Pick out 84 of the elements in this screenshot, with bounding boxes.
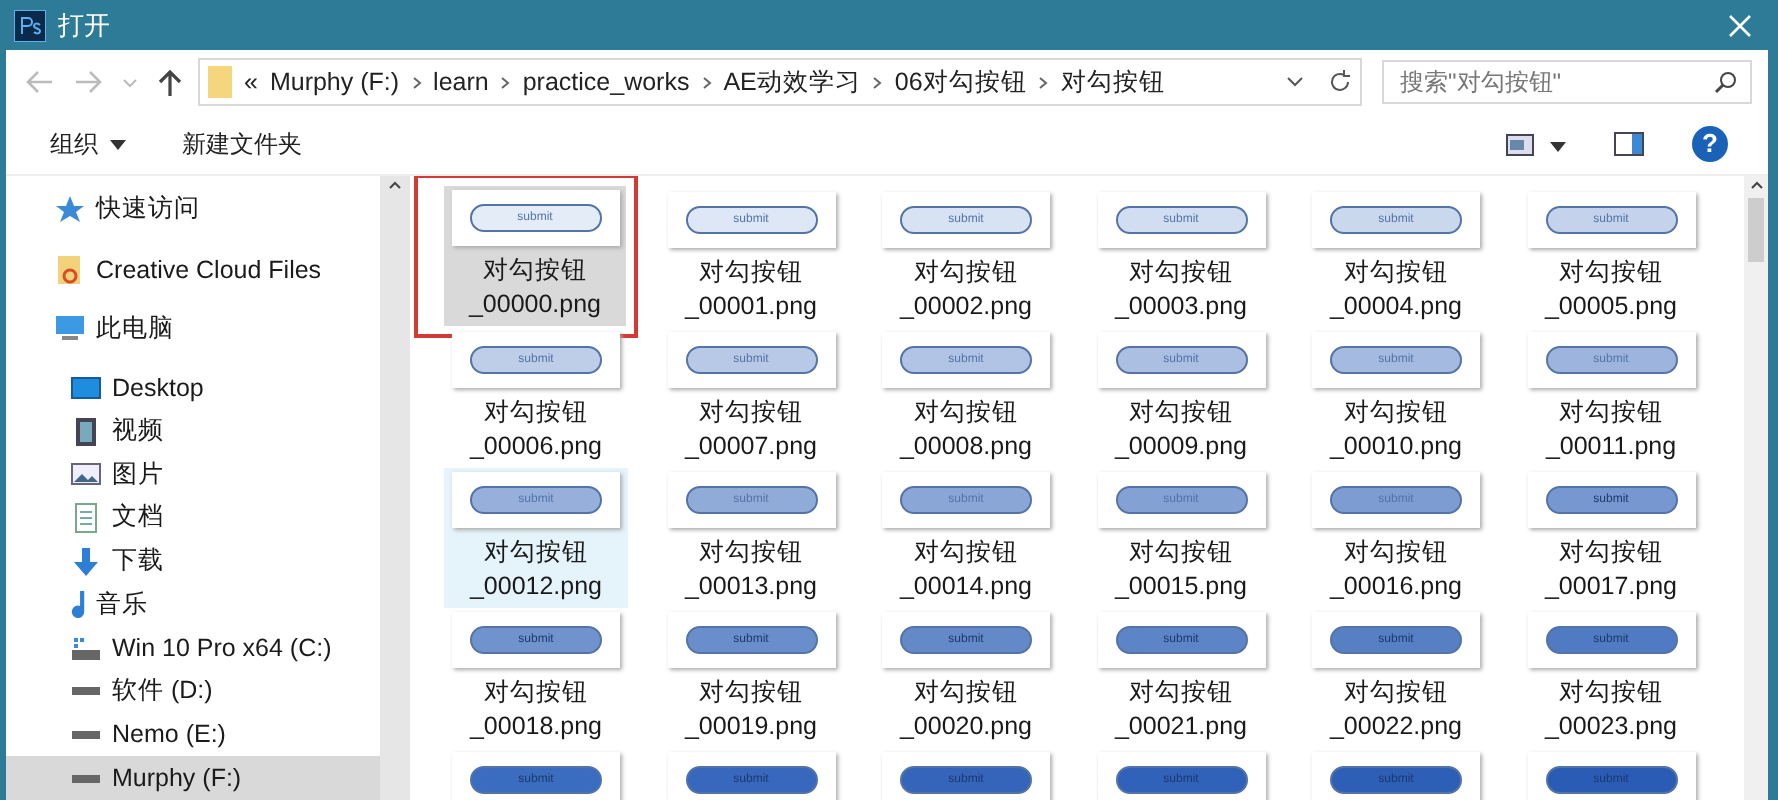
star-icon	[54, 193, 86, 226]
file-name: 对勾按钮 _00013.png	[684, 536, 818, 604]
drive-icon	[70, 729, 102, 740]
file-name: 对勾按钮 _00014.png	[899, 536, 1033, 604]
breadcrumb[interactable]: 06对勾按钮	[894, 65, 1027, 99]
breadcrumb[interactable]: Murphy (F:)	[269, 68, 400, 96]
file-name: 对勾按钮 _00012.png	[469, 536, 603, 604]
breadcrumb[interactable]: AE动效学习	[723, 65, 861, 99]
file-name: 对勾按钮 _00001.png	[684, 256, 818, 324]
search-icon	[1714, 70, 1738, 94]
sidebar-item[interactable]: Creative Cloud Files	[6, 247, 380, 291]
close-icon[interactable]	[1728, 13, 1752, 37]
caret-icon	[110, 139, 126, 149]
up-button[interactable]	[154, 64, 186, 100]
sidebar-item[interactable]: Win 10 Pro x64 (C:)	[6, 626, 380, 670]
file-name: 对勾按钮 _00003.png	[1114, 256, 1248, 324]
file-name: 对勾按钮 _00023.png	[1544, 676, 1678, 744]
view-icon[interactable]	[1506, 133, 1534, 155]
file-name: 对勾按钮 _00017.png	[1544, 536, 1678, 604]
file-name: 对勾按钮 _00018.png	[469, 676, 603, 744]
window-title: 打开	[58, 7, 112, 43]
sidebar-item[interactable]: 此电脑	[6, 306, 380, 351]
file-name: 对勾按钮 _00022.png	[1329, 676, 1463, 744]
address-bar[interactable]: « Murphy (F:) learn practice_works AE动效学习 06对勾按钮 对勾按钮	[198, 58, 1362, 106]
new-folder-button[interactable]: 新建文件夹	[178, 123, 306, 165]
file-name: 对勾按钮 _00006.png	[469, 396, 603, 464]
scroll-thumb[interactable]	[1748, 198, 1764, 262]
file-name: 对勾按钮 _00009.png	[1114, 396, 1248, 464]
view-caret-icon	[1550, 142, 1566, 152]
sidebar-item[interactable]: 软件 (D:)	[6, 669, 380, 714]
sidebar-item[interactable]: 下载	[6, 539, 380, 583]
desktop-icon	[70, 371, 102, 404]
film-icon	[70, 415, 102, 448]
drive-icon	[70, 773, 102, 784]
folder-icon	[208, 66, 232, 98]
search-field[interactable]: 搜索"对勾按钮"	[1382, 60, 1752, 104]
sidebar-item[interactable]: 快速访问	[6, 188, 380, 232]
music-note-icon	[70, 589, 86, 620]
file-name: 对勾按钮 _00011.png	[1545, 396, 1677, 464]
chevron-icon	[1038, 75, 1049, 89]
preview-pane-icon[interactable]	[1614, 132, 1644, 156]
folder-icon	[54, 253, 86, 286]
sidebar-item[interactable]: Desktop	[6, 366, 380, 410]
dropdown-icon[interactable]	[1286, 76, 1304, 88]
drive-icon	[70, 686, 102, 697]
file-name: 对勾按钮 _00019.png	[684, 676, 818, 744]
file-name: 对勾按钮 _00008.png	[899, 396, 1033, 464]
picture-icon	[70, 458, 102, 491]
sidebar-item[interactable]: 图片	[6, 452, 380, 497]
file-name: 对勾按钮 _00020.png	[899, 676, 1033, 744]
file-name: 对勾按钮 _00002.png	[899, 256, 1033, 324]
file-name: 对勾按钮 _00010.png	[1329, 396, 1463, 464]
down-arrow-icon	[70, 545, 102, 578]
scrollbar[interactable]	[380, 176, 410, 800]
breadcrumb[interactable]: learn	[433, 68, 489, 96]
chevron-icon	[500, 75, 511, 89]
file-name: 对勾按钮 _00016.png	[1329, 536, 1463, 604]
drive-icon	[70, 632, 102, 665]
chevron-icon	[872, 75, 883, 89]
file-name: 对勾按钮 _00007.png	[684, 396, 818, 464]
overflow-mark[interactable]: «	[244, 68, 258, 96]
document-icon	[70, 501, 102, 534]
up-caret-icon[interactable]	[1749, 180, 1763, 190]
app-icon	[14, 9, 46, 41]
up-caret-icon[interactable]	[388, 180, 402, 190]
breadcrumb[interactable]: practice_works	[522, 68, 690, 96]
help-button[interactable]: ?	[1692, 126, 1728, 162]
monitor-icon	[54, 312, 86, 345]
refresh-icon[interactable]	[1328, 70, 1352, 94]
file-name: 对勾按钮 _00021.png	[1114, 676, 1248, 744]
file-name: 对勾按钮 _00004.png	[1329, 256, 1463, 324]
sidebar-item[interactable]: 文档	[6, 496, 380, 540]
file-name: 对勾按钮 _00015.png	[1114, 536, 1248, 604]
sidebar-item[interactable]: Murphy (F:)	[6, 756, 380, 800]
sidebar-item[interactable]: Nemo (E:)	[6, 713, 380, 757]
sidebar-item[interactable]: 视频	[6, 409, 380, 453]
organize-button[interactable]: 组织	[46, 123, 130, 165]
chevron-icon	[411, 75, 422, 89]
file-name: 对勾按钮 _00000.png	[468, 254, 602, 322]
breadcrumb[interactable]: 对勾按钮	[1060, 65, 1165, 99]
sidebar-item[interactable]: 音乐	[6, 583, 380, 627]
scrollbar[interactable]	[1744, 176, 1768, 800]
chevron-icon	[701, 75, 712, 89]
file-name: 对勾按钮 _00005.png	[1544, 256, 1678, 324]
